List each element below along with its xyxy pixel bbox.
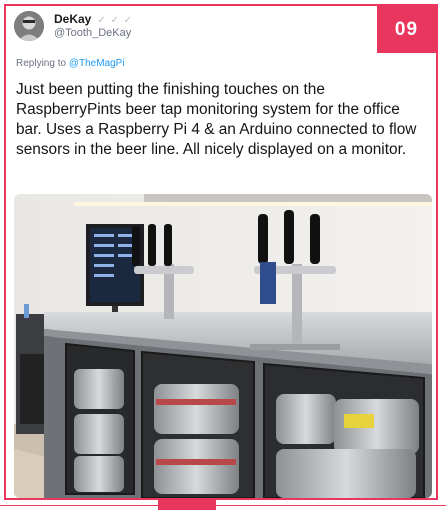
avatar[interactable] [14, 11, 44, 41]
bottom-tab [158, 500, 216, 510]
tweet-photo[interactable] [14, 194, 432, 498]
author-handle[interactable]: @Tooth_DeKay [54, 27, 131, 39]
replying-prefix: Replying to [16, 58, 67, 69]
decoration-icons: ✓ ✓ ✓ [97, 15, 134, 26]
tweet-text: Just been putting the finishing touches … [16, 81, 417, 158]
bottom-rule [0, 505, 446, 506]
author-name[interactable]: DeKay [54, 12, 91, 26]
replying-handle-link[interactable]: @TheMagPi [69, 58, 125, 69]
page-number-badge: 09 [377, 6, 436, 53]
tweet-card: 09 DeKay ✓ ✓ ✓ @Tooth_DeKay Replying to @… [4, 4, 438, 500]
page-number: 09 [394, 18, 419, 40]
author-name-row[interactable]: DeKay ✓ ✓ ✓ [54, 12, 133, 26]
beer-tap-bar-image [14, 194, 432, 498]
replying-to: Replying to @TheMagPi [16, 58, 125, 69]
avatar-icon [14, 11, 44, 41]
